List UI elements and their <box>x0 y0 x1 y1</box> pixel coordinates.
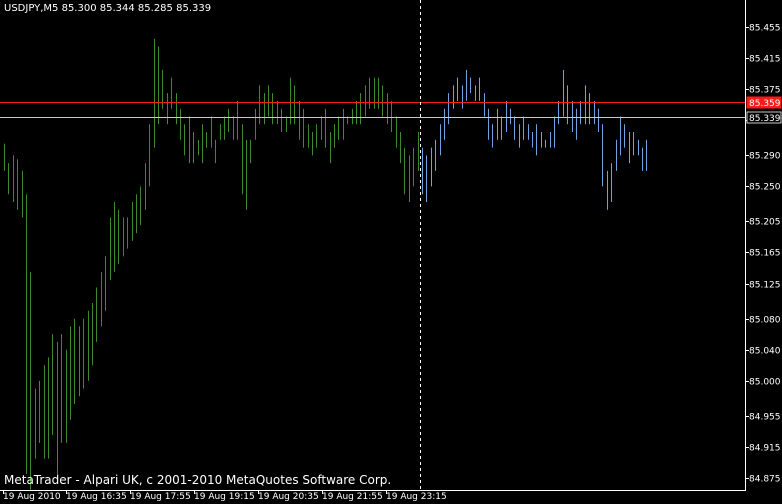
copyright-notice: MetaTrader - Alpari UK, c 2001-2010 Meta… <box>4 473 392 487</box>
price-tick-label: 85.205 <box>749 218 781 228</box>
price-chart[interactable]: 85.45585.41585.37585.33585.29085.25085.2… <box>0 0 782 504</box>
time-tick-label: 19 Aug 19:15 <box>194 492 255 502</box>
time-tick-label: 19 Aug 20:35 <box>258 492 319 502</box>
price-tick-label: 84.875 <box>749 475 781 485</box>
time-tick-label: 19 Aug 16:35 <box>66 492 127 502</box>
price-tick-label: 84.915 <box>749 444 781 454</box>
price-tick-label: 85.375 <box>749 86 781 96</box>
time-tick-label: 19 Aug 23:15 <box>386 492 447 502</box>
price-tick-label: 85.080 <box>749 316 781 326</box>
time-axis-ticks: 19 Aug 2010 19 Aug 16:35 19 Aug 17:55 19 Au… <box>3 490 447 502</box>
price-tick-label: 85.455 <box>749 24 781 34</box>
price-tick-label: 85.125 <box>749 281 781 291</box>
price-tick-label: 85.000 <box>749 378 781 388</box>
price-tick-label: 85.040 <box>749 347 781 357</box>
price-tick-label: 84.955 <box>749 413 781 423</box>
symbol-ohlc-header: USDJPY,M5 85.300 85.344 85.285 85.339 <box>4 3 212 14</box>
bid-price-tag-label: 85.339 <box>749 114 781 124</box>
price-tick-label: 85.290 <box>749 152 781 162</box>
price-tick-label: 85.415 <box>749 55 781 65</box>
price-tick-label: 85.165 <box>749 249 781 259</box>
time-tick-label: 19 Aug 2010 <box>3 492 61 502</box>
time-tick-label: 19 Aug 17:55 <box>130 492 191 502</box>
price-axis-ticks: 85.45585.41585.37585.33585.29085.25085.2… <box>745 24 781 485</box>
price-tick-label: 85.250 <box>749 183 781 193</box>
time-tick-label: 19 Aug 21:55 <box>322 492 383 502</box>
chart-window: 85.45585.41585.37585.33585.29085.25085.2… <box>0 0 782 504</box>
ask-price-tag-label: 85.359 <box>749 99 781 109</box>
price-bars <box>4 38 647 490</box>
